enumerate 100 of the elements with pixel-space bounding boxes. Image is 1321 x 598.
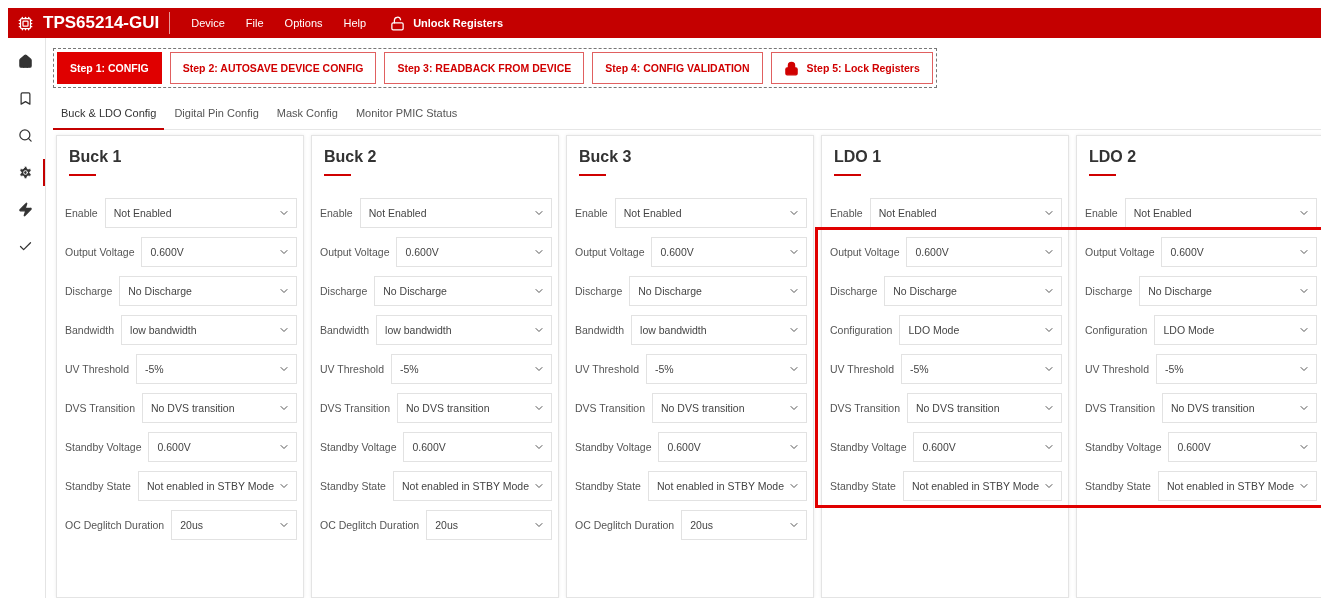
dropdown[interactable]: 0.600V — [403, 432, 552, 462]
tab[interactable]: Buck & LDO Config — [53, 100, 165, 130]
field-label: Enable — [320, 207, 353, 219]
dropdown[interactable]: low bandwidth — [376, 315, 552, 345]
dropdown[interactable]: 0.600V — [651, 237, 807, 267]
menu-item[interactable]: Options — [284, 17, 323, 29]
field-label: DVS Transition — [1085, 402, 1156, 414]
field-label: Discharge — [1085, 285, 1133, 297]
field-label: OC Deglitch Duration — [575, 519, 675, 531]
field-label: OC Deglitch Duration — [65, 519, 165, 531]
dropdown[interactable]: Not enabled in STBY Mode — [392, 471, 553, 501]
tab[interactable]: Mask Config — [268, 100, 346, 130]
field-label: DVS Transition — [320, 402, 391, 414]
menu-item[interactable]: File — [245, 17, 264, 29]
dropdown[interactable]: No Discharge — [374, 276, 552, 306]
dropdown[interactable]: -5% — [391, 354, 552, 384]
field-label: Enable — [830, 207, 863, 219]
search-icon — [18, 128, 33, 143]
field-label: Enable — [65, 207, 98, 219]
step-button[interactable]: Step 2: AUTOSAVE DEVICE CONFIG — [169, 52, 377, 84]
step-button[interactable]: Step 4: CONFIG VALIDATION — [592, 52, 763, 84]
settings-icon — [18, 165, 33, 180]
dropdown[interactable]: No DVS transition — [907, 393, 1062, 423]
field-label: Standby Voltage — [830, 441, 907, 453]
menu-item[interactable]: Device — [191, 17, 225, 29]
bolt-icon — [18, 202, 33, 217]
dropdown[interactable]: 0.600V — [141, 237, 297, 267]
field-label: Output Voltage — [320, 246, 390, 258]
menu-item[interactable]: Help — [343, 17, 367, 29]
dropdown[interactable]: 0.600V — [1161, 237, 1317, 267]
dropdown[interactable]: No Discharge — [1139, 276, 1317, 306]
step-button[interactable]: Step 5: Lock Registers — [770, 52, 933, 84]
dropdown[interactable]: No DVS transition — [652, 393, 807, 423]
dropdown[interactable]: LDO Mode — [899, 315, 1062, 345]
dropdown[interactable]: -5% — [1156, 354, 1317, 384]
tab[interactable]: Monitor PMIC Status — [347, 100, 466, 130]
chip-icon — [18, 15, 33, 31]
title-underline — [324, 174, 351, 176]
dropdown[interactable]: 0.600V — [148, 432, 297, 462]
field-label: Output Voltage — [830, 246, 900, 258]
dropdown[interactable]: 20us — [426, 510, 552, 540]
dropdown[interactable]: Not Enabled — [359, 198, 552, 228]
field-label: Output Voltage — [65, 246, 135, 258]
dropdown[interactable]: Not Enabled — [614, 198, 807, 228]
dropdown[interactable]: 0.600V — [1168, 432, 1317, 462]
step-button[interactable]: Step 1: CONFIG — [57, 52, 162, 84]
panel-title: Buck 3 — [578, 148, 632, 166]
dropdown[interactable]: Not enabled in STBY Mode — [902, 471, 1063, 501]
field-label: Standby State — [320, 480, 386, 492]
field-label: UV Threshold — [1085, 363, 1149, 375]
field-label: Output Voltage — [1085, 246, 1155, 258]
dropdown[interactable]: -5% — [136, 354, 297, 384]
field-label: Discharge — [830, 285, 878, 297]
dropdown[interactable]: -5% — [901, 354, 1062, 384]
dropdown[interactable]: 20us — [681, 510, 807, 540]
dropdown[interactable]: low bandwidth — [631, 315, 807, 345]
unlocked-padlock-icon[interactable] — [390, 15, 406, 31]
dropdown[interactable]: 0.600V — [913, 432, 1062, 462]
dropdown[interactable]: low bandwidth — [121, 315, 297, 345]
step-button[interactable]: Step 3: READBACK FROM DEVICE — [384, 52, 585, 84]
field-label: Standby State — [830, 480, 896, 492]
title-underline — [1089, 174, 1116, 176]
dropdown[interactable]: 0.600V — [658, 432, 807, 462]
dropdown[interactable]: 20us — [171, 510, 297, 540]
dropdown[interactable]: Not Enabled — [104, 198, 297, 228]
field-label: Discharge — [575, 285, 623, 297]
field-label: Standby State — [65, 480, 131, 492]
dropdown[interactable]: -5% — [646, 354, 807, 384]
dropdown[interactable]: LDO Mode — [1154, 315, 1317, 345]
dropdown[interactable]: Not Enabled — [1124, 198, 1317, 228]
field-label: UV Threshold — [575, 363, 639, 375]
field-label: Configuration — [1085, 324, 1148, 336]
home-icon — [18, 54, 33, 69]
dropdown[interactable]: Not enabled in STBY Mode — [137, 471, 298, 501]
bookmark-icon — [18, 91, 33, 106]
title-underline — [834, 174, 861, 176]
field-label: Discharge — [65, 285, 113, 297]
field-label: DVS Transition — [65, 402, 136, 414]
panel-title: LDO 1 — [833, 148, 882, 166]
field-label: DVS Transition — [830, 402, 901, 414]
dropdown[interactable]: No Discharge — [119, 276, 297, 306]
title-underline — [579, 174, 606, 176]
field-label: Bandwidth — [65, 324, 115, 336]
unlock-registers-link[interactable]: Unlock Registers — [413, 17, 503, 29]
tab[interactable]: Digital Pin Config — [166, 100, 267, 130]
dropdown[interactable]: No DVS transition — [397, 393, 552, 423]
dropdown[interactable]: Not Enabled — [869, 198, 1062, 228]
panel-title: Buck 1 — [68, 148, 122, 166]
dropdown[interactable]: No DVS transition — [1162, 393, 1317, 423]
field-label: Enable — [1085, 207, 1118, 219]
dropdown[interactable]: 0.600V — [396, 237, 552, 267]
dropdown[interactable]: Not enabled in STBY Mode — [1157, 471, 1318, 501]
dropdown[interactable]: No Discharge — [884, 276, 1062, 306]
dropdown[interactable]: No DVS transition — [142, 393, 297, 423]
dropdown[interactable]: Not enabled in STBY Mode — [647, 471, 808, 501]
field-label: Standby Voltage — [320, 441, 397, 453]
dropdown[interactable]: No Discharge — [629, 276, 807, 306]
field-label: Configuration — [830, 324, 893, 336]
dropdown[interactable]: 0.600V — [906, 237, 1062, 267]
field-label: Standby Voltage — [575, 441, 652, 453]
